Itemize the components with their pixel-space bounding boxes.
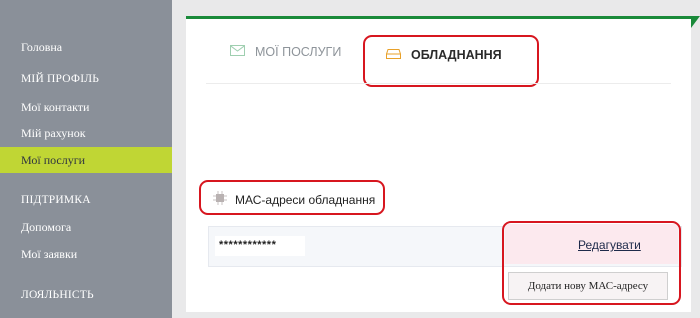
panel-corner-accent (691, 16, 700, 28)
sidebar-item-help[interactable]: Допомога (0, 214, 172, 240)
sidebar-section-support: ПІДТРИМКА (21, 194, 91, 206)
tab-services[interactable]: МОЇ ПОСЛУГИ (230, 45, 341, 59)
mac-section-title-text: МАС-адреси обладнання (235, 192, 376, 207)
device-icon (386, 48, 401, 62)
sidebar-item-requests[interactable]: Мої заявки (0, 241, 172, 267)
sidebar-section-loyalty: ЛОЯЛЬНІСТЬ (21, 289, 94, 301)
tab-equipment[interactable]: ОБЛАДНАННЯ (386, 48, 502, 62)
highlight-actions (502, 221, 681, 305)
tab-equipment-label: ОБЛАДНАННЯ (411, 48, 502, 62)
mac-section-title: МАС-адреси обладнання (213, 191, 375, 208)
content-panel: МОЇ ПОСЛУГИ ОБЛАДНАННЯ МАС-адреси обладн… (186, 16, 700, 312)
tabs-divider (206, 83, 671, 84)
sidebar-section-profile: МІЙ ПРОФІЛЬ (21, 73, 100, 85)
sidebar: Головна МІЙ ПРОФІЛЬ Мої контакти Мій рах… (0, 0, 172, 318)
sidebar-item-home[interactable]: Головна (0, 34, 172, 60)
sidebar-item-contacts[interactable]: Мої контакти (0, 94, 172, 120)
sidebar-item-services[interactable]: Мої послуги (0, 147, 172, 173)
chip-icon (213, 191, 227, 208)
tab-services-label: МОЇ ПОСЛУГИ (255, 45, 342, 59)
sidebar-item-account[interactable]: Мій рахунок (0, 120, 172, 146)
envelope-icon (230, 45, 245, 59)
mac-address-value: ************ (215, 236, 305, 256)
